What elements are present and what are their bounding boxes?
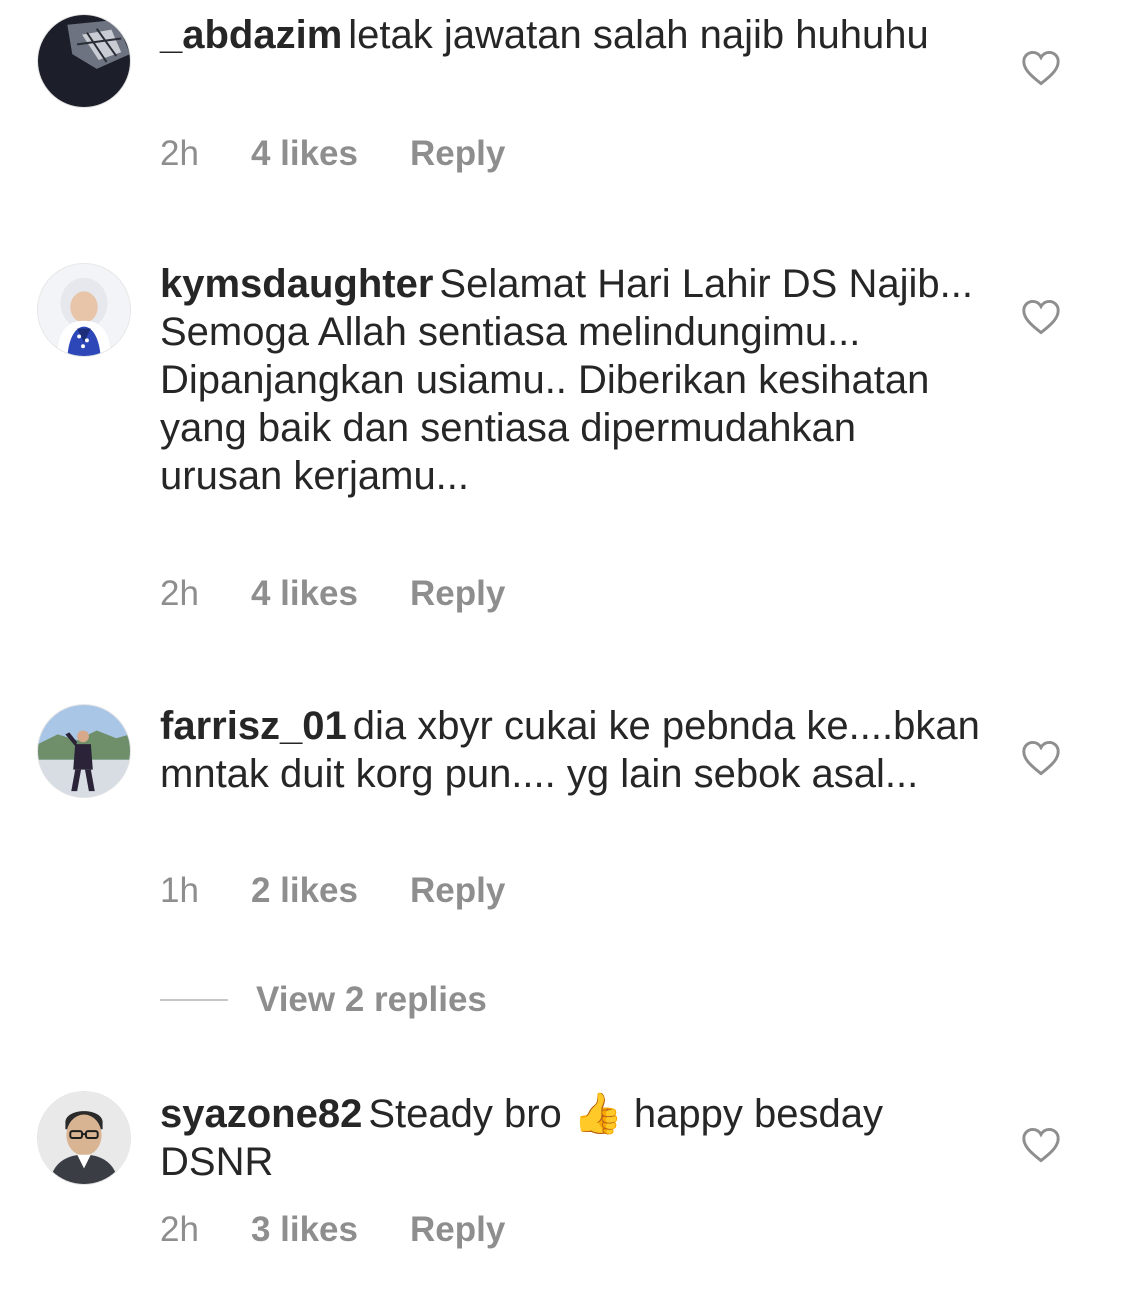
avatar[interactable] <box>37 14 131 108</box>
comment-username[interactable]: farrisz_01 <box>160 704 347 748</box>
avatar-image <box>38 1092 130 1184</box>
avatar[interactable] <box>37 1091 131 1185</box>
reply-button[interactable]: Reply <box>410 1210 505 1250</box>
avatar[interactable] <box>37 704 131 798</box>
comment-time: 2h <box>160 134 199 173</box>
avatar[interactable] <box>37 263 131 357</box>
comment-meta: 2h 4 likes Reply <box>160 134 505 174</box>
heart-outline-icon[interactable] <box>1021 299 1061 335</box>
thumbs-up-emoji: 👍 <box>572 1091 623 1137</box>
view-replies-label: View 2 replies <box>256 980 487 1019</box>
comment-username[interactable]: kymsdaughter <box>160 262 433 306</box>
comment-likes[interactable]: 2 likes <box>251 871 358 911</box>
heart-outline-icon[interactable] <box>1021 50 1061 86</box>
comment-body: syazone82 Steady bro 👍 happy besday DSNR <box>160 1090 980 1186</box>
comment-username[interactable]: syazone82 <box>160 1092 362 1136</box>
comment-likes[interactable]: 4 likes <box>251 574 358 614</box>
avatar-image <box>38 15 130 107</box>
comment-text-start: Steady bro <box>368 1092 562 1136</box>
comment-body: farrisz_01 dia xbyr cukai ke pebnda ke...… <box>160 702 980 798</box>
comment-body: _abdazim letak jawatan salah najib huhuhu <box>160 11 980 59</box>
comment-likes[interactable]: 4 likes <box>251 134 358 174</box>
avatar-image <box>38 264 130 356</box>
heart-outline-icon[interactable] <box>1021 1127 1061 1163</box>
comment-time: 2h <box>160 1210 199 1249</box>
reply-button[interactable]: Reply <box>410 871 505 911</box>
divider-line <box>160 999 228 1001</box>
reply-button[interactable]: Reply <box>410 134 505 174</box>
comment-likes[interactable]: 3 likes <box>251 1210 358 1250</box>
comment-text: letak jawatan salah najib huhuhu <box>348 13 929 57</box>
comment-meta: 2h 3 likes Reply <box>160 1210 505 1250</box>
comment-meta: 1h 2 likes Reply <box>160 871 505 911</box>
comment-time: 1h <box>160 871 199 910</box>
avatar-image <box>38 705 130 797</box>
comment-time: 2h <box>160 574 199 613</box>
view-replies-button[interactable]: View 2 replies <box>160 980 487 1020</box>
heart-outline-icon[interactable] <box>1021 740 1061 776</box>
reply-button[interactable]: Reply <box>410 574 505 614</box>
comment-meta: 2h 4 likes Reply <box>160 574 505 614</box>
comment-body: kymsdaughter Selamat Hari Lahir DS Najib.… <box>160 260 980 500</box>
comment-username[interactable]: _abdazim <box>160 13 342 57</box>
